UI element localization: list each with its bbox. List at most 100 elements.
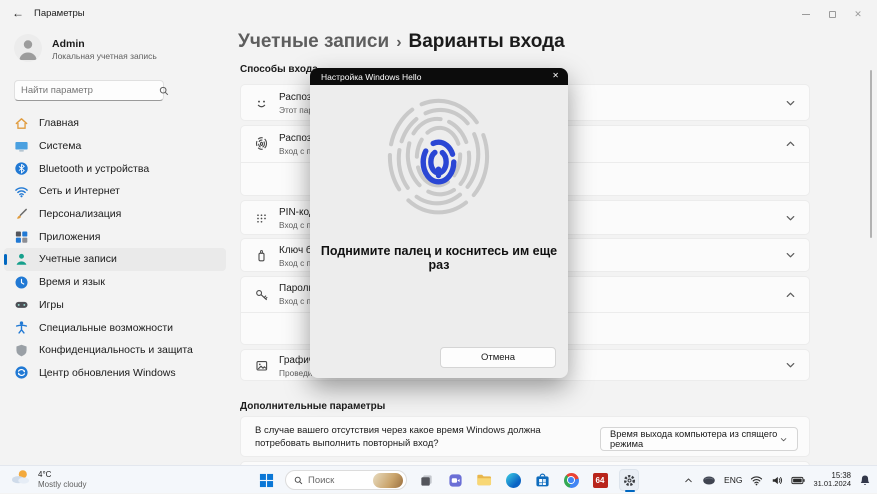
- sidebar-item-label: Главная: [39, 117, 79, 130]
- tray-volume-icon[interactable]: [771, 475, 783, 486]
- sidebar-item-label: Конфиденциальность и защита: [39, 344, 193, 357]
- sidebar-item-bluetooth[interactable]: Bluetooth и устройства: [4, 157, 226, 180]
- dropdown-value: Время выхода компьютера из спящего режим…: [610, 429, 778, 449]
- user-subtitle: Локальная учетная запись: [52, 51, 157, 61]
- sidebar-item-label: Персонализация: [39, 208, 122, 221]
- search-icon: [294, 476, 303, 485]
- weather-icon: [10, 468, 32, 491]
- close-button[interactable]: ✕: [845, 0, 871, 28]
- task-view-button[interactable]: [416, 469, 436, 491]
- page-title: Варианты входа: [408, 31, 565, 52]
- scrollbar[interactable]: [870, 70, 872, 238]
- cancel-button[interactable]: Отмена: [440, 347, 556, 368]
- microsoft-store-icon[interactable]: [532, 469, 552, 491]
- tray-wifi-icon[interactable]: [750, 475, 763, 486]
- sidebar-item-apps[interactable]: Приложения: [4, 225, 226, 248]
- user-name: Admin: [52, 38, 85, 50]
- key-icon: [254, 287, 269, 302]
- sidebar-item-system[interactable]: Система: [4, 135, 226, 158]
- sidebar-item-label: Время и язык: [39, 276, 105, 289]
- dialog-message: Поднимите палец и коснитесь им еще раз: [320, 244, 558, 272]
- dialog-title: Настройка Windows Hello: [321, 71, 422, 82]
- breadcrumb-separator: ›: [396, 34, 402, 51]
- sidebar-item-time-language[interactable]: Время и язык: [4, 271, 226, 294]
- windows-update-icon: [14, 365, 29, 380]
- settings-window: ← Параметры ✕ Admin Локальная учетная за…: [0, 0, 877, 493]
- avatar[interactable]: [14, 34, 42, 62]
- search-input[interactable]: [15, 85, 159, 96]
- weather-desc: Mostly cloudy: [38, 480, 87, 489]
- sidebar-item-label: Специальные возможности: [39, 321, 174, 334]
- sidebar-item-accessibility[interactable]: Специальные возможности: [4, 316, 226, 339]
- back-icon[interactable]: ←: [12, 6, 24, 20]
- chevron-up-icon[interactable]: [784, 138, 797, 151]
- section-additional: Дополнительные параметры: [240, 401, 386, 412]
- chevron-up-icon[interactable]: [784, 288, 797, 301]
- taskbar-search-input[interactable]: [308, 474, 373, 486]
- security-key-icon: [254, 248, 269, 263]
- sidebar-nav: Главная Система Bluetooth и устройства С…: [4, 112, 226, 384]
- chevron-down-icon[interactable]: [784, 211, 797, 224]
- taskbar-search[interactable]: [285, 470, 407, 490]
- start-button[interactable]: [256, 469, 276, 491]
- search-highlight-image[interactable]: [373, 472, 403, 488]
- bluetooth-icon: [14, 161, 29, 176]
- chat-icon[interactable]: [445, 469, 465, 491]
- window-title: Параметры: [34, 8, 85, 19]
- brush-icon: [14, 207, 29, 222]
- wake-time-dropdown[interactable]: Время выхода компьютера из спящего режим…: [600, 427, 798, 451]
- chevron-down-icon[interactable]: [784, 249, 797, 262]
- settings-app-icon[interactable]: [619, 469, 639, 492]
- tray-language[interactable]: ENG: [724, 475, 742, 485]
- taskbar: 4°C Mostly cloudy Поиск 64 ENG 15:38 31.…: [0, 465, 877, 493]
- chrome-icon[interactable]: [561, 469, 581, 491]
- face-icon: [254, 96, 269, 111]
- chevron-down-icon[interactable]: [784, 96, 797, 109]
- sidebar-item-label: Система: [39, 140, 82, 153]
- sidebar-item-accounts[interactable]: Учетные записи: [4, 248, 226, 271]
- window-titlebar: ← Параметры ✕: [0, 0, 877, 30]
- chevron-down-icon[interactable]: [784, 359, 797, 372]
- dialog-titlebar: Настройка Windows Hello ✕: [310, 68, 568, 85]
- section-signin-methods: Способы входа: [240, 64, 318, 75]
- sidebar-item-label: Игры: [39, 298, 64, 311]
- shield-icon: [14, 343, 29, 358]
- home-icon: [14, 116, 29, 131]
- sidebar-item-home[interactable]: Главная: [4, 112, 226, 135]
- file-explorer-icon[interactable]: [474, 469, 494, 491]
- minimize-button[interactable]: [793, 0, 819, 28]
- dialog-close-icon[interactable]: ✕: [552, 71, 559, 80]
- sidebar-item-gaming[interactable]: Игры: [4, 294, 226, 317]
- picture-icon: [254, 358, 269, 373]
- tray-clock[interactable]: 15:38 31.01.2024: [813, 471, 851, 489]
- system-icon: [14, 139, 29, 154]
- sign-in-required-question: В случае вашего отсутствия через какое в…: [255, 425, 541, 449]
- sidebar-item-label: Центр обновления Windows: [39, 366, 176, 379]
- settings-search[interactable]: [14, 80, 169, 101]
- maximize-button[interactable]: [819, 0, 845, 28]
- edge-icon[interactable]: [503, 469, 523, 491]
- badge-64-label: 64: [592, 472, 608, 488]
- tray-app-icon[interactable]: [702, 475, 716, 486]
- taskbar-weather-widget[interactable]: 4°C Mostly cloudy: [10, 468, 86, 491]
- sidebar-item-label: Bluetooth и устройства: [39, 162, 150, 175]
- fingerprint-illustration: [371, 90, 506, 230]
- breadcrumb: Учетные записи › Варианты входа: [238, 31, 565, 53]
- tray-date: 31.01.2024: [813, 479, 851, 488]
- sidebar-item-privacy[interactable]: Конфиденциальность и защита: [4, 339, 226, 362]
- sidebar-item-windows-update[interactable]: Центр обновления Windows: [4, 362, 226, 385]
- sidebar-item-personalization[interactable]: Персонализация: [4, 203, 226, 226]
- sidebar-item-network[interactable]: Сеть и Интернет: [4, 180, 226, 203]
- pin-icon: [254, 211, 269, 226]
- notification-bell-icon[interactable]: [859, 474, 871, 487]
- clock-icon: [14, 275, 29, 290]
- breadcrumb-parent[interactable]: Учетные записи: [238, 31, 389, 52]
- apps-icon: [14, 229, 29, 244]
- accessibility-icon: [14, 320, 29, 335]
- tray-chevron-up-icon[interactable]: [683, 475, 694, 486]
- fingerprint-icon: [254, 136, 269, 151]
- tray-battery-icon[interactable]: [791, 476, 806, 485]
- sidebar-item-label: Учетные записи: [39, 253, 117, 266]
- weather-temp: 4°C: [38, 470, 52, 479]
- app-64-icon[interactable]: 64: [590, 469, 610, 491]
